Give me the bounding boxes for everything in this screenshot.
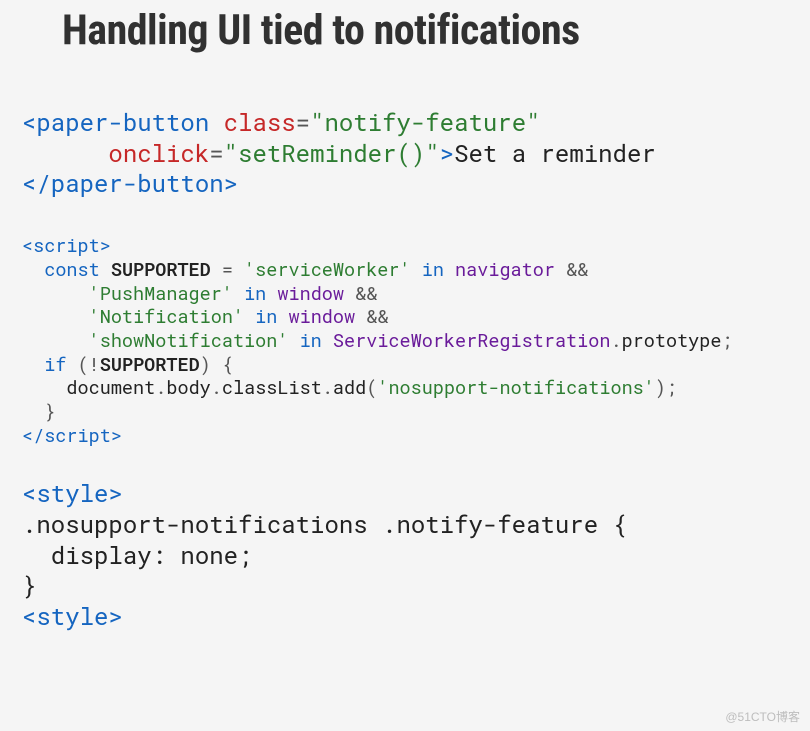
attr-onclick: onclick xyxy=(108,137,209,169)
watermark: @51CTO博客 xyxy=(725,708,800,725)
css-rule: display: none; xyxy=(22,539,252,571)
tag-close: </script> xyxy=(22,424,122,448)
tag-open: <script> xyxy=(22,234,111,258)
attr-value: "setReminder()" xyxy=(224,137,440,169)
slide: Handling UI tied to notifications <paper… xyxy=(0,0,810,632)
tag-open: <style> xyxy=(22,477,123,509)
css-selector: .nosupport-notifications .notify-feature… xyxy=(22,508,627,540)
code-block-script: <script> const SUPPORTED = 'serviceWorke… xyxy=(22,235,790,448)
code-block-style: <style> .nosupport-notifications .notify… xyxy=(22,478,790,632)
code-block-html: <paper-button class="notify-feature" onc… xyxy=(22,107,790,199)
tag-open: <style> xyxy=(22,600,123,632)
attr-class: class xyxy=(224,106,296,138)
attr-value: "notify-feature" xyxy=(310,106,540,138)
button-text: Set a reminder xyxy=(454,137,656,169)
tag-close: </paper-button> xyxy=(22,167,238,199)
tag-open: <paper-button xyxy=(22,106,209,138)
slide-title: Handling UI tied to notifications xyxy=(22,0,790,61)
